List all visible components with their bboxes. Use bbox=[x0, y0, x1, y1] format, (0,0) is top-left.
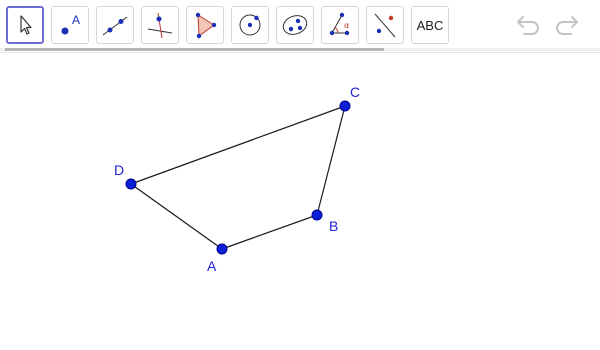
graphics-view[interactable]: A B C D bbox=[0, 53, 600, 350]
point-B-label: B bbox=[329, 218, 338, 234]
point-A[interactable] bbox=[216, 243, 228, 255]
segment-BC[interactable] bbox=[316, 105, 346, 216]
point-C[interactable] bbox=[339, 100, 351, 112]
point-D-label: D bbox=[114, 162, 124, 178]
segment-AB[interactable] bbox=[221, 214, 318, 250]
point-D[interactable] bbox=[125, 178, 137, 190]
segment-DA[interactable] bbox=[130, 183, 223, 250]
segment-CD[interactable] bbox=[130, 105, 346, 185]
point-A-label: A bbox=[207, 258, 217, 274]
point-B[interactable] bbox=[311, 209, 323, 221]
point-C-label: C bbox=[350, 84, 360, 100]
construction-canvas[interactable]: A B C D bbox=[0, 0, 600, 350]
